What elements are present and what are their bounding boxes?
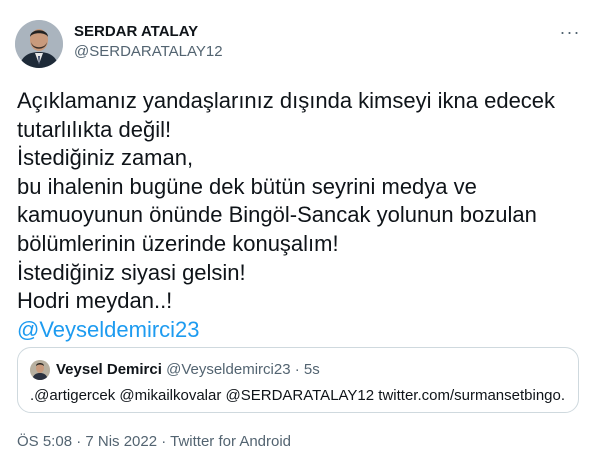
tweet-timestamp[interactable]: ÖS 5:08 · 7 Nis 2022 · Twitter for Andro… — [17, 432, 291, 452]
tweet-line: kamuoyunun önünde Bingöl-Sancak yolunun … — [17, 202, 537, 228]
tweet-line: tutarlılıkta değil! — [17, 116, 172, 142]
author-avatar[interactable] — [15, 20, 63, 68]
quoted-author-name: Veysel Demirci — [56, 361, 162, 378]
quoted-author-handle: @Veyseldemirci23 — [166, 361, 291, 378]
more-dots-icon[interactable]: ··· — [558, 22, 582, 42]
quoted-author-avatar — [30, 360, 50, 380]
tweet-line: Açıklamanız yandaşlarınız dışında kimsey… — [17, 88, 556, 113]
mention-link[interactable]: @Veyseldemirci23 — [17, 317, 200, 342]
tweet-line: bölümlerinin üzerinde konuşalım! — [17, 230, 339, 256]
author-name[interactable]: SERDAR ATALAY — [74, 23, 198, 41]
tweet-line: İstediğiniz siyasi gelsin! — [17, 259, 246, 285]
tweet-line: Hodri meydan..! — [17, 288, 173, 314]
quoted-header: Veysel Demirci @Veyseldemirci23 · 5s — [56, 360, 320, 380]
quoted-tweet[interactable]: Veysel Demirci @Veyseldemirci23 · 5s .@a… — [17, 347, 579, 413]
quoted-time: 5s — [303, 361, 320, 378]
quoted-separator: · — [294, 361, 300, 378]
tweet-text: Açıklamanız yandaşlarınız dışında kimsey… — [17, 87, 587, 344]
tweet-line: İstediğiniz zaman, — [17, 145, 194, 171]
tweet-line: bu ihalenin bugüne dek bütün seyrini med… — [17, 173, 477, 199]
quoted-text: .@artigercek @mikailkovalar @SERDARATALA… — [30, 387, 566, 404]
author-handle[interactable]: @SERDARATALAY12 — [74, 43, 223, 61]
